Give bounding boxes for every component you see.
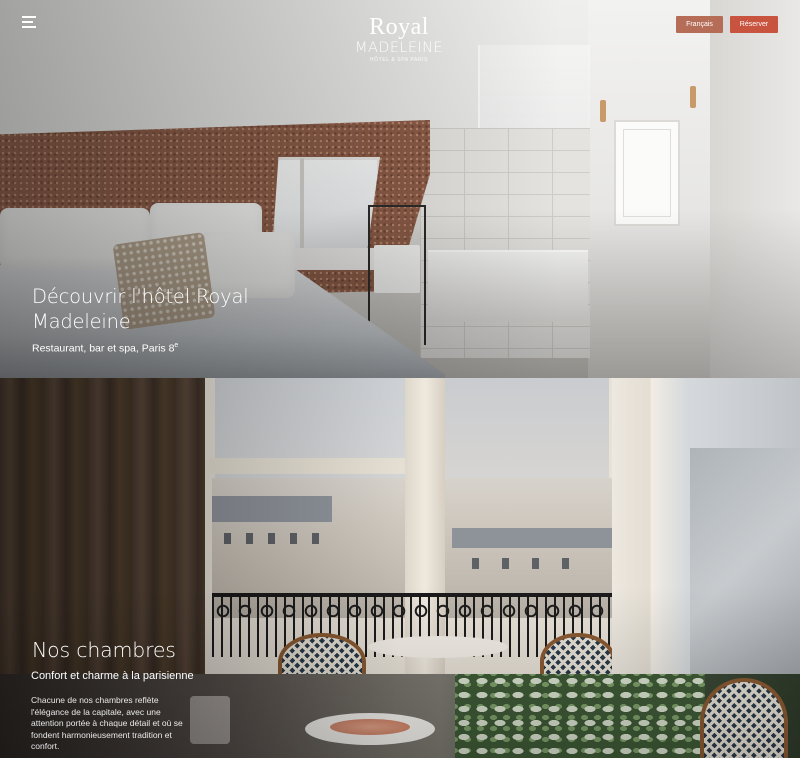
logo-line-madeleine: MADELEINE bbox=[355, 40, 443, 56]
rooms-description: Chacune de nos chambres reflète l'élégan… bbox=[31, 695, 183, 751]
language-button[interactable]: Français bbox=[676, 16, 723, 33]
hero-subtitle-sup: e bbox=[174, 342, 179, 349]
hotel-logo[interactable]: Royal MADELEINE HÔTEL & SPA PARIS bbox=[346, 14, 452, 63]
hero-subtitle-text: Restaurant, bar et spa, Paris 8 bbox=[32, 342, 175, 355]
logo-tagline: HÔTEL & SPA PARIS bbox=[369, 57, 429, 63]
hero-subtitle: Restaurant, bar et spa, Paris 8e bbox=[32, 342, 178, 355]
rooms-title[interactable]: Nos chambres bbox=[32, 638, 176, 662]
book-button[interactable]: Réserver bbox=[730, 16, 778, 33]
hamburger-icon bbox=[22, 16, 36, 18]
hamburger-icon-line bbox=[22, 26, 36, 28]
hero-title[interactable]: Découvrir l'hôtel Royal Madeleine bbox=[32, 284, 312, 334]
hamburger-icon-line bbox=[22, 21, 33, 23]
rooms-subtitle: Confort et charme à la parisienne bbox=[31, 670, 194, 682]
menu-button[interactable] bbox=[22, 15, 38, 29]
logo-line-royal: Royal bbox=[369, 14, 429, 40]
